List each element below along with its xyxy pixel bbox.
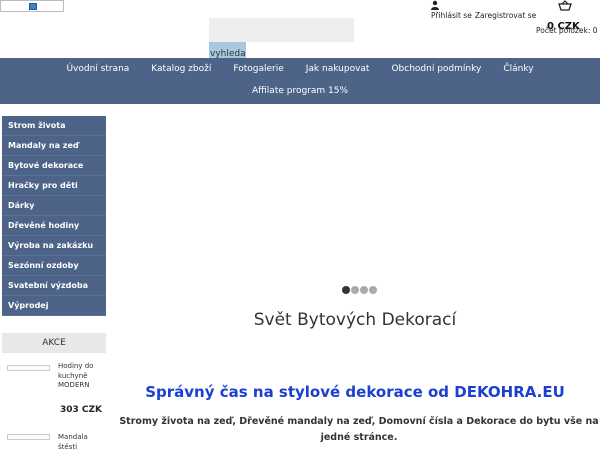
slide-title: Svět Bytových Dekorací [253, 310, 457, 330]
basket-icon[interactable] [558, 0, 572, 11]
register-link[interactable]: Zaregistrovat se [475, 11, 536, 20]
sidebar-item[interactable]: Svatební výzdoba [2, 276, 106, 296]
intro-text: Stromy života na zeď, Dřevěné mandaly na… [119, 416, 599, 443]
nav-item--l-nky[interactable]: Články [503, 64, 533, 74]
account-links: Přihlásit se Zaregistrovat se [431, 11, 539, 20]
nav-item-obchodn-podm-nky[interactable]: Obchodní podmínky [391, 64, 481, 74]
login-link[interactable]: Přihlásit se [431, 11, 472, 20]
nav-row-secondary: Affilate program 15% [0, 86, 600, 96]
slider-dot[interactable] [360, 286, 368, 294]
product-image[interactable] [7, 434, 50, 440]
sidebar-item[interactable]: Mandaly na zeď [2, 136, 106, 156]
sidebar-item[interactable]: Sezónní ozdoby [2, 256, 106, 276]
product-image[interactable] [7, 365, 50, 371]
sidebar-item[interactable]: Strom života [2, 116, 106, 136]
user-icon [431, 0, 439, 10]
flag-icon [29, 3, 37, 10]
slider-dots [342, 286, 377, 294]
page-headline: Správný čas na stylové dekorace od DEKOH… [145, 383, 565, 401]
sidebar-item[interactable]: Dřevěné hodiny [2, 216, 106, 236]
nav-item-fotogalerie[interactable]: Fotogalerie [233, 64, 283, 74]
sidebar-item[interactable]: Bytové dekorace [2, 156, 106, 176]
sidebar-item[interactable]: Hračky pro děti [2, 176, 106, 196]
page: vyhledat Přihlásit se Zaregistrovat se 0 … [0, 0, 600, 450]
sidebar-item[interactable]: Výprodej [2, 296, 106, 316]
product-name[interactable]: Hodiny do kuchyně MODERN [58, 362, 103, 391]
nav-item--vodn-strana[interactable]: Úvodní strana [66, 64, 129, 74]
main-nav: Úvodní strana Katalog zboží Fotogalerie Jak… [0, 58, 600, 104]
nav-item-affilate-program-15-[interactable]: Affilate program 15% [252, 86, 348, 96]
language-select[interactable] [0, 0, 64, 12]
slider-dot[interactable] [342, 286, 350, 294]
nav-item-katalog-zbo-[interactable]: Katalog zboží [151, 64, 211, 74]
cart-count: Počet položek: 0 [536, 26, 598, 35]
category-sidebar: Strom života Mandaly na zeď Bytové dekorac… [2, 116, 106, 316]
nav-item-jak-nakupovat[interactable]: Jak nakupovat [306, 64, 370, 74]
search-input[interactable] [209, 18, 354, 42]
sale-section-title: AKCE [2, 333, 106, 353]
sidebar-item[interactable]: Dárky [2, 196, 106, 216]
sidebar-item[interactable]: Výroba na zakázku [2, 236, 106, 256]
slider-dot[interactable] [351, 286, 359, 294]
slider-dot[interactable] [369, 286, 377, 294]
product-price: 303 CZK [60, 405, 103, 415]
product-name[interactable]: Mandala štěstí KRUHY [58, 433, 103, 450]
nav-row-primary: Úvodní strana Katalog zboží Fotogalerie Jak… [0, 64, 600, 74]
